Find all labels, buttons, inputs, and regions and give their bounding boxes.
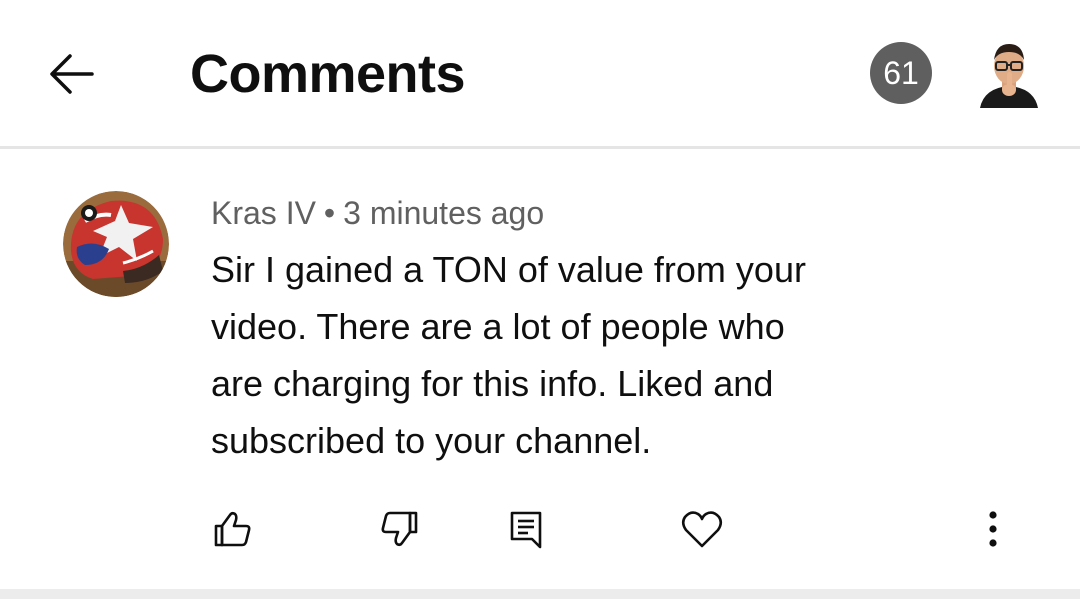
heart-icon: [681, 511, 723, 548]
account-avatar[interactable]: [976, 38, 1042, 108]
author-name[interactable]: Kras IV: [211, 195, 316, 231]
comment-count-badge: 61: [870, 42, 932, 104]
comment-item: Kras IV • 3 minutes ago Sir I gained a TON…: [0, 149, 1080, 589]
user-avatar-icon: [980, 44, 1038, 108]
more-vert-icon: [989, 511, 997, 547]
helmet-avatar-icon: [63, 191, 169, 297]
bottom-divider: [0, 589, 1080, 599]
back-button[interactable]: [44, 46, 100, 102]
arrow-left-icon: [50, 54, 94, 94]
meta-separator: •: [323, 195, 336, 231]
comment-meta: Kras IV • 3 minutes ago: [211, 193, 544, 233]
comment-time: 3 minutes ago: [343, 195, 545, 231]
commenter-avatar[interactable]: [63, 191, 169, 297]
comment-text: Sir I gained a TON of value from your vi…: [211, 249, 806, 461]
heart-button[interactable]: [680, 507, 724, 551]
more-options-button[interactable]: [971, 507, 1015, 551]
reply-button[interactable]: [504, 507, 548, 551]
page-title: Comments: [190, 44, 466, 104]
comments-header: Comments 61: [0, 0, 1080, 147]
like-button[interactable]: [210, 507, 254, 551]
reply-icon: [510, 511, 542, 549]
thumbs-up-icon: [214, 511, 251, 547]
dislike-button[interactable]: [378, 507, 422, 551]
thumbs-down-icon: [381, 511, 418, 547]
